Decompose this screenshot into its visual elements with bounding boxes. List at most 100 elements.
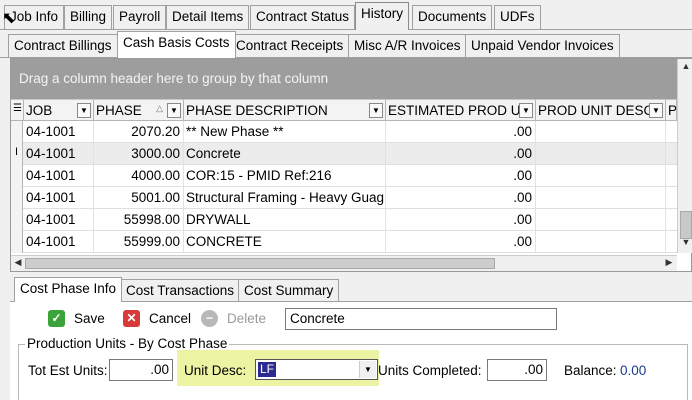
table-cell-job[interactable]: 04-1001 (24, 231, 94, 253)
tab-history[interactable]: History (355, 2, 410, 30)
tab-label: Detail Items (172, 9, 244, 24)
tot-est-units-input[interactable]: .00 (109, 359, 173, 381)
vertical-scrollbar[interactable]: ▲ ▼ (677, 59, 692, 253)
table-cell-job[interactable]: 04-1001 (24, 187, 94, 209)
column-header-label: PROD UNIT DESC (538, 103, 654, 118)
table-cell-job[interactable]: 04-1001 (24, 165, 94, 187)
table-cell-est[interactable]: .00 (386, 231, 536, 253)
delete-label: Delete (227, 311, 267, 326)
scroll-thumb[interactable] (680, 211, 692, 239)
x-icon: ✕ (123, 310, 140, 327)
table-cell-phase[interactable]: 4000.00 (94, 165, 184, 187)
tab-label: Job Info (10, 9, 59, 24)
tab-cost-summary[interactable]: Cost Summary (238, 279, 340, 302)
table-cell-job[interactable]: 04-1001 (24, 121, 94, 143)
minus-icon: − (201, 310, 218, 327)
history-tab-strip: Contract Billings Cash Basis Costs Contr… (0, 30, 692, 58)
tab-cost-transactions[interactable]: Cost Transactions (120, 279, 241, 302)
table-cell-unit[interactable] (536, 121, 666, 143)
table-cell-unit[interactable] (536, 231, 666, 253)
table-cell-est[interactable]: .00 (386, 187, 536, 209)
tab-unpaid-vendor-invoices[interactable]: Unpaid Vendor Invoices (465, 34, 620, 57)
unit-desc-value: LF (258, 362, 277, 377)
column-header-phase[interactable]: PHASE △ ▼ (94, 99, 184, 121)
save-button[interactable]: ✓ Save (48, 308, 118, 330)
tab-udfs[interactable]: UDFs (494, 5, 541, 29)
column-header-job[interactable]: JOB ▼ (24, 99, 94, 121)
phase-description-field[interactable]: Concrete (285, 308, 557, 330)
tab-cost-phase-info[interactable]: Cost Phase Info (14, 277, 123, 302)
table-cell-desc[interactable]: DRYWALL (184, 209, 386, 231)
scroll-up-icon[interactable]: ▲ (680, 61, 692, 75)
table-row[interactable]: 04-1001 4000.00 COR:15 - PMID Ref:216.00 (11, 165, 677, 187)
scroll-down-icon[interactable]: ▼ (680, 237, 692, 251)
table-row[interactable]: 04-1001 2070.20 ** New Phase ** .00 (11, 121, 677, 143)
tab-label: Contract Status (256, 9, 350, 24)
table-cell-desc[interactable]: Concrete (184, 143, 386, 165)
table-cell-unit[interactable] (536, 209, 666, 231)
row-indicator[interactable] (11, 121, 23, 143)
table-row[interactable]: 04-1001 5001.00 Structural Framing - Heavy… (11, 187, 677, 209)
row-indicator[interactable] (11, 187, 23, 209)
scroll-right-icon[interactable]: ▶ (663, 257, 675, 271)
tab-contract-status[interactable]: Contract Status (250, 5, 356, 29)
units-completed-input[interactable]: .00 (487, 359, 547, 381)
table-cell-desc[interactable]: CONCRETE (184, 231, 386, 253)
tab-documents[interactable]: Documents (412, 5, 493, 29)
table-cell-desc[interactable]: Structural Framing - Heavy Guag (184, 187, 386, 209)
table-cell-est[interactable]: .00 (386, 209, 536, 231)
table-cell-phase[interactable]: 55998.00 (94, 209, 184, 231)
row-indicator[interactable] (11, 165, 23, 187)
table-cell-est[interactable]: .00 (386, 121, 536, 143)
tab-detail-items[interactable]: Detail Items (166, 5, 250, 29)
tab-payroll[interactable]: Payroll (113, 5, 167, 29)
table-row[interactable]: 04-1001 55998.00 DRYWALL .00 (11, 209, 677, 231)
table-cell-phase[interactable]: 2070.20 (94, 121, 184, 143)
filter-dropdown-icon[interactable]: ▼ (649, 103, 663, 118)
table-cell-unit[interactable] (536, 165, 666, 187)
table-cell-job[interactable]: 04-1001 (24, 143, 94, 165)
row-indicator[interactable]: I (11, 143, 23, 165)
column-header-partial[interactable]: PRO (666, 99, 677, 121)
table-cell-est[interactable]: .00 (386, 165, 536, 187)
table-row[interactable]: I 04-1001 3000.00 Concrete .00 (11, 143, 677, 165)
column-chooser-icon[interactable]: ☰ (11, 99, 24, 121)
group-by-panel[interactable]: Drag a column header here to group by th… (11, 59, 677, 99)
row-indicator[interactable] (11, 231, 23, 253)
column-header-prod-unit-desc[interactable]: PROD UNIT DESC ▼ (536, 99, 666, 121)
unit-desc-select[interactable]: LF ▼ (255, 359, 378, 380)
scroll-left-icon[interactable]: ◀ (12, 257, 24, 271)
table-cell-desc[interactable]: COR:15 - PMID Ref:216 (184, 165, 386, 187)
tab-cash-basis-costs[interactable]: Cash Basis Costs (117, 31, 236, 58)
table-cell-est[interactable]: .00 (386, 143, 536, 165)
table-cell-unit[interactable] (536, 143, 666, 165)
table-cell-phase[interactable]: 3000.00 (94, 143, 184, 165)
table-cell-desc[interactable]: ** New Phase ** (184, 121, 386, 143)
column-header-estimated-prod-units[interactable]: ESTIMATED PROD UI ▼ (386, 99, 536, 121)
filter-dropdown-icon[interactable]: ▼ (519, 103, 533, 118)
tab-billing[interactable]: Billing (64, 5, 113, 29)
table-cell-unit[interactable] (536, 187, 666, 209)
units-completed-value: .00 (524, 362, 543, 377)
filter-dropdown-icon[interactable]: ▼ (77, 103, 91, 118)
tab-contract-billings[interactable]: Contract Billings (8, 34, 118, 57)
horizontal-scrollbar[interactable]: ◀ ▶ (11, 255, 677, 271)
cancel-button[interactable]: ✕ Cancel (123, 308, 203, 330)
table-cell-job[interactable]: 04-1001 (24, 209, 94, 231)
tab-misc-ar-invoices[interactable]: Misc A/R Invoices (348, 34, 467, 57)
table-row[interactable]: 04-1001 55999.00 CONCRETE .00 (11, 231, 677, 253)
delete-button[interactable]: − Delete (201, 308, 281, 330)
tab-label: Payroll (119, 9, 161, 24)
tab-contract-receipts[interactable]: Contract Receipts (230, 34, 350, 57)
filter-dropdown-icon[interactable]: ▼ (369, 103, 383, 118)
table-cell-phase[interactable]: 5001.00 (94, 187, 184, 209)
row-indicator[interactable] (11, 209, 23, 231)
scroll-thumb[interactable] (25, 258, 495, 269)
dropdown-arrow-icon[interactable]: ▼ (359, 361, 376, 378)
tab-label: Misc A/R Invoices (354, 38, 461, 53)
filter-dropdown-icon[interactable]: ▼ (167, 103, 181, 118)
tab-label: History (361, 6, 404, 21)
column-header-phase-description[interactable]: PHASE DESCRIPTION ▼ (184, 99, 386, 121)
table-cell-phase[interactable]: 55999.00 (94, 231, 184, 253)
cost-grid[interactable]: Drag a column header here to group by th… (10, 58, 692, 272)
